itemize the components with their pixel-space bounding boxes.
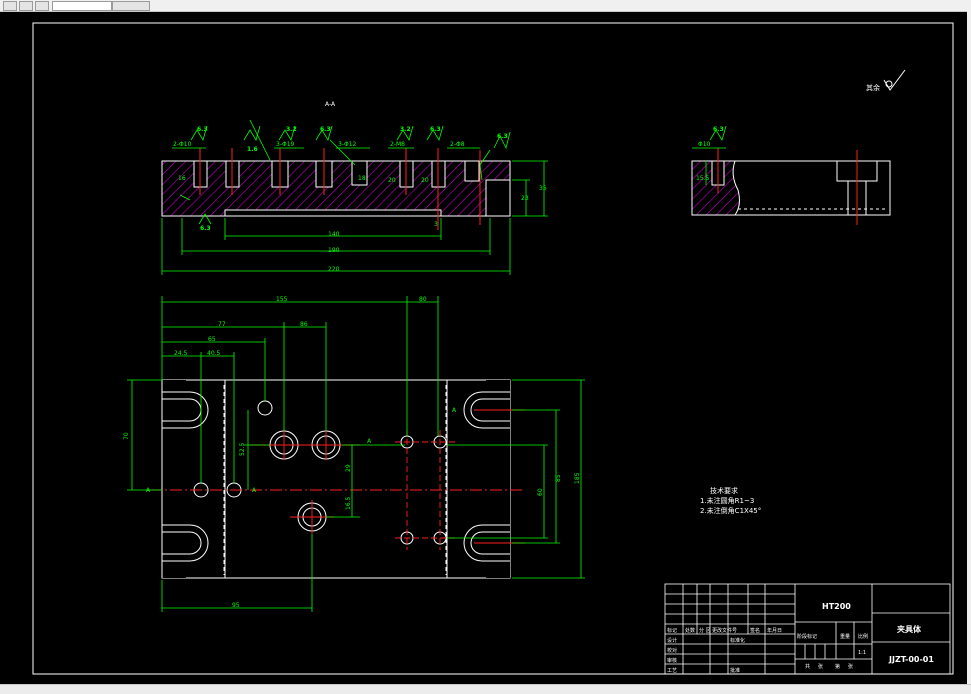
depth-label: 20 [421,177,429,184]
roughness-value: 1.6 [247,146,258,153]
dim-40-5: 40.5 [207,350,221,357]
depth-label: 18 [358,175,366,182]
dim-85: 85 [555,474,562,482]
tb-header: 年月日 [767,627,782,634]
dim-70: 70 [123,432,130,440]
right-solid-block [485,179,511,217]
dim-23: 23 [521,195,529,202]
hole-label: 3-Φ19 [276,141,295,148]
top-section-view: 2-Φ10 3-Φ19 3-Φ12 2-M8 2-Φ8 6.3 1.6 3.2 … [161,101,548,275]
roughness-value: 6.3 [197,126,208,133]
dim-185: 185 [574,472,581,484]
section-mark: A [452,407,457,414]
cad-drawing: 2-Φ10 3-Φ19 3-Φ12 2-M8 2-Φ8 6.3 1.6 3.2 … [32,22,954,675]
section-label: A-A [325,101,336,108]
depth-label: 16 [178,175,186,182]
general-roughness-symbol: 其余 [866,69,906,92]
dim-77: 77 [218,321,226,328]
tb-header: 分 区 [699,627,711,634]
tb-sheet: 张 [848,663,853,670]
dim-16-5: 16.5 [345,496,352,510]
tb-sheet: 第 [835,663,840,670]
dim-80: 80 [419,296,427,303]
section-mark: A [252,487,257,494]
toolbar-button[interactable] [35,1,49,11]
tb-material: HT200 [822,602,851,611]
dim-35: 35 [539,185,547,192]
tb-sheet: 共 [805,663,810,670]
tb-header: 更改文件号 [712,627,737,634]
dim-52-5: 52.5 [239,442,246,456]
top-toolbar [0,0,971,12]
tb-scale: 1:1 [858,650,866,656]
tb-std: 标准化 [730,637,745,644]
dim-65: 65 [208,336,216,343]
dim-24-5: 24.5 [174,350,188,357]
side-depth: 15.5 [696,175,710,182]
drawing-canvas[interactable]: 2-Φ10 3-Φ19 3-Φ12 2-M8 2-Φ8 6.3 1.6 3.2 … [0,12,967,684]
roughness-value: 6.3 [200,225,211,232]
dim-60: 60 [537,488,544,496]
side-roughness: 6.3 [713,126,724,133]
bottom-slot [224,209,442,217]
technical-requirements: 技术要求 1.未注圆角R1~3 2.未注倒角C1X45° [700,486,761,516]
roughness-value: 6.3 [320,126,331,133]
roughness-value: 3.2 [400,126,411,133]
toolbar-dropdown-button[interactable] [112,1,150,11]
dim-155: 155 [276,296,288,303]
window-right-edge [967,11,971,693]
hole-label: 2-Φ8 [450,141,465,148]
tb-stage: 阶段标记 [797,633,817,640]
hole-label: 2-Φ10 [173,141,192,148]
tb-header: 处数 [685,627,695,634]
tb-weight: 重量 [840,633,850,640]
toolbar-input[interactable] [52,1,112,11]
tb-sheet: 张 [818,663,823,670]
hole-label: 3-Φ12 [338,141,357,148]
tb-scale-label: 比例 [858,633,868,640]
dim-190: 190 [328,247,340,254]
dim-86: 86 [300,321,308,328]
tech-req-title: 技术要求 [710,487,738,495]
side-hole-label: Φ10 [698,141,711,148]
dim-220: 220 [328,266,340,273]
general-roughness-label: 其余 [866,83,880,92]
plan-view: 155 80 77 86 65 24.5 40.5 70 52.5 29 16.… [123,296,585,612]
side-view: Φ10 6.3 15.5 [691,125,891,225]
tech-req-item: 2.未注倒角C1X45° [700,507,762,515]
section-mark: A [367,438,372,445]
section-mark: A [146,487,151,494]
depth-label: 20 [388,177,396,184]
tb-row: 设计 [667,637,677,644]
dim-29: 29 [345,464,352,472]
hole-label: 2-M8 [390,141,405,148]
tech-req-item: 1.未注圆角R1~3 [700,497,755,505]
tb-drawing-no: JJZT-00-01 [888,655,934,664]
tb-part-name: 夹具体 [897,624,922,634]
tb-header: 标记 [667,627,677,634]
tb-approve: 批准 [730,667,740,674]
dim-3: 3 [434,221,438,228]
tb-row: 校对 [667,647,677,654]
toolbar-button[interactable] [19,1,33,11]
roughness-value: 3.2 [286,126,297,133]
tb-row: 工艺 [667,668,677,674]
dim-95: 95 [232,602,240,609]
tb-header: 签名 [750,627,760,634]
roughness-value: 6.3 [430,126,441,133]
toolbar-button[interactable] [3,1,17,11]
section-hatch [162,161,510,216]
roughness-value: 6.3 [497,133,508,140]
tb-row: 审核 [667,657,677,664]
dim-140: 140 [328,231,340,238]
